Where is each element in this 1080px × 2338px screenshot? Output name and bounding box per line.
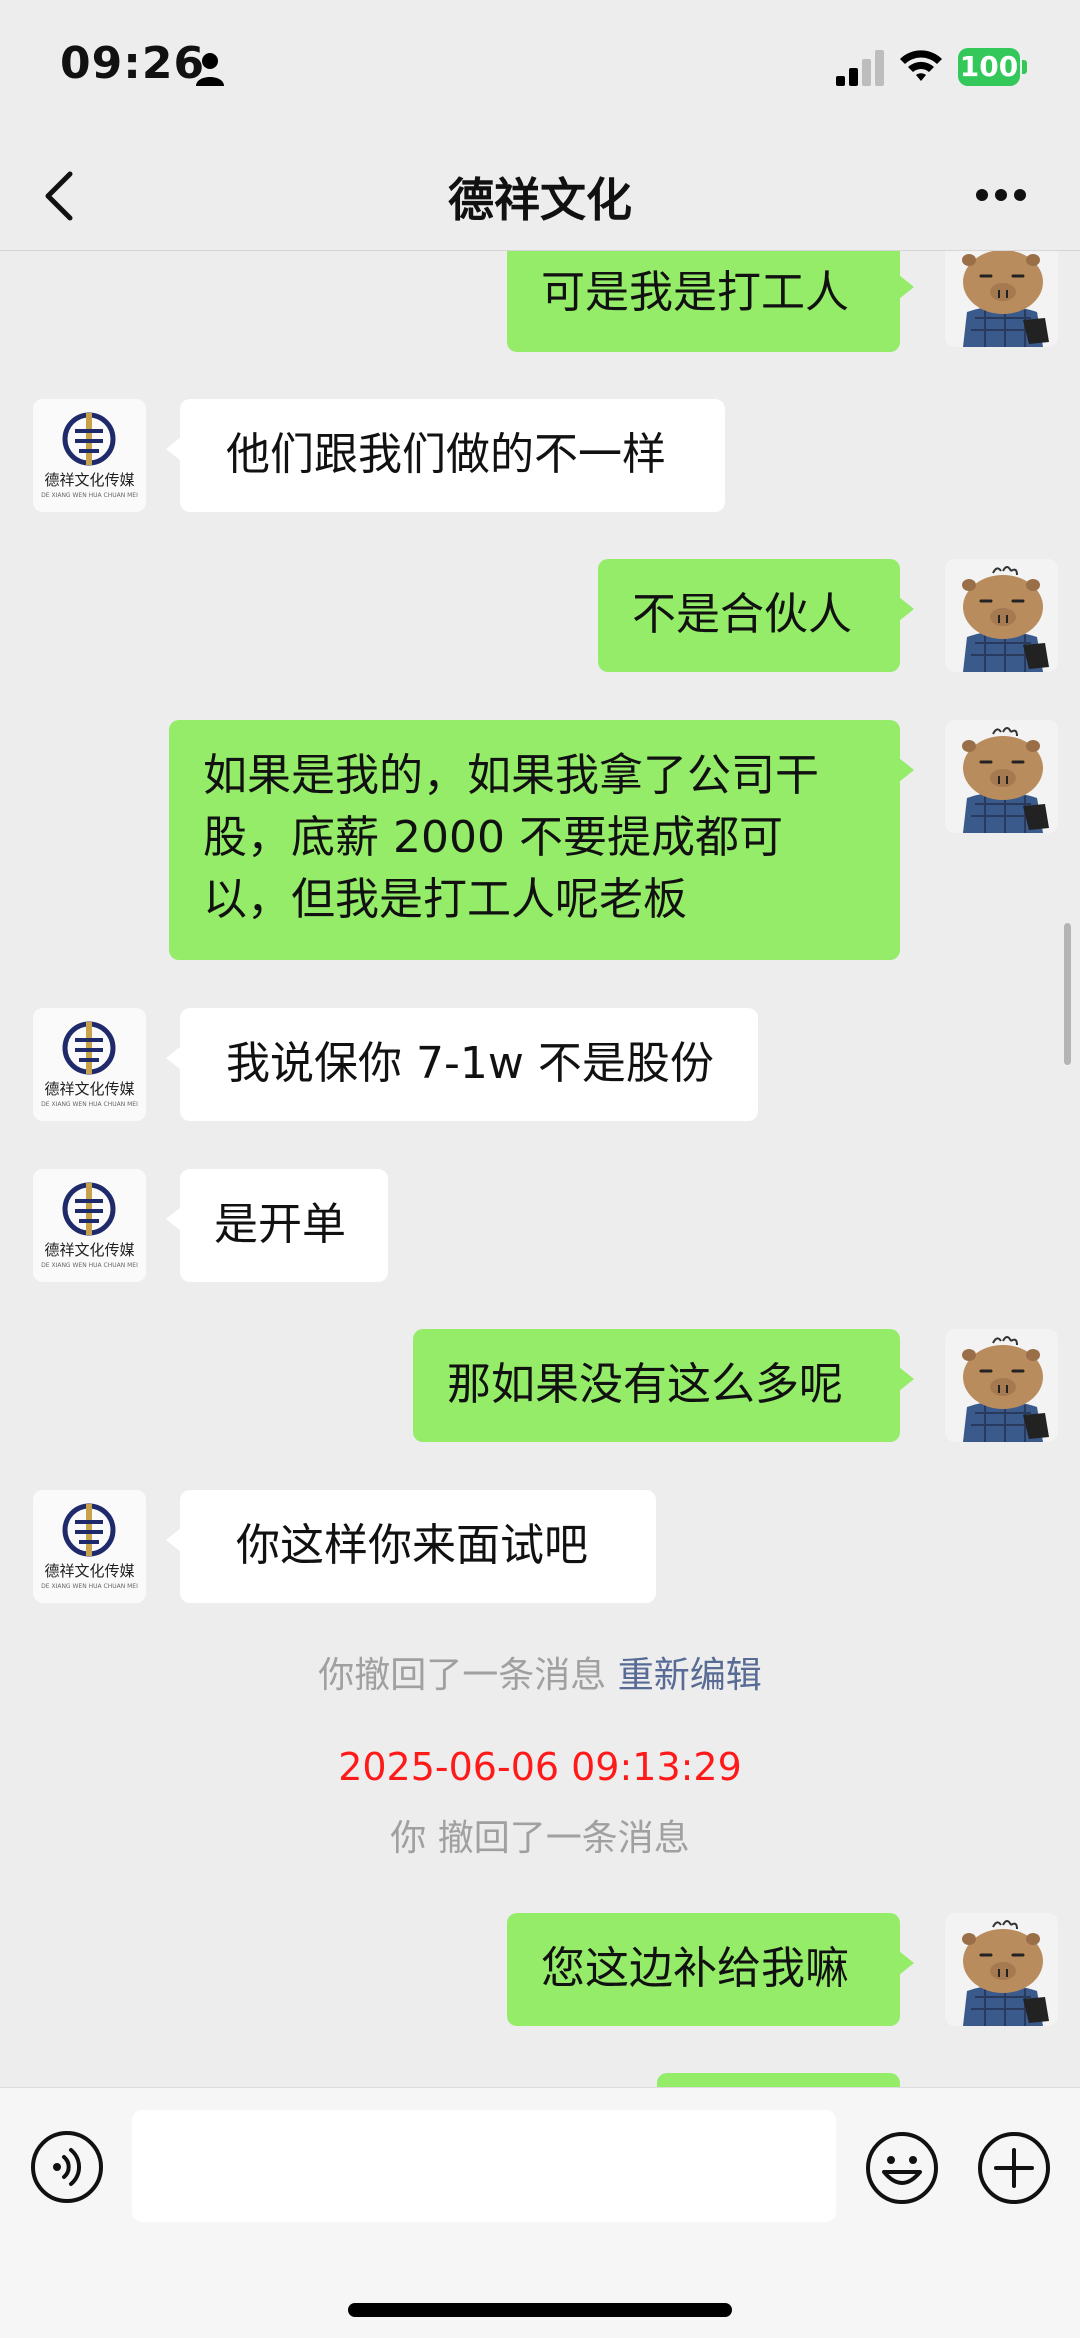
- user-avatar[interactable]: [945, 720, 1058, 833]
- message-bubble[interactable]: 他们跟我们做的不一样: [166, 399, 725, 512]
- scrollbar[interactable]: [1064, 923, 1071, 1065]
- company-avatar-label: 德祥文化传媒: [44, 1241, 135, 1259]
- message-bubble[interactable]: 不是合伙人: [598, 559, 914, 672]
- plus-icon[interactable]: [976, 2130, 1052, 2206]
- company-avatar-label: 德祥文化传媒: [44, 1562, 135, 1580]
- company-avatar-sub: DE XIANG WEN HUA CHUAN MEI: [41, 492, 138, 499]
- user-avatar[interactable]: [945, 251, 1058, 347]
- recall-text: 你撤回了一条消息: [318, 1655, 607, 1696]
- message-bubble-partial[interactable]: [657, 2073, 900, 2087]
- user-avatar[interactable]: [945, 1913, 1058, 2026]
- message-bubble[interactable]: 是开单: [166, 1169, 388, 1282]
- message-bubble[interactable]: 我说保你 7-1w 不是股份: [166, 1008, 758, 1121]
- company-avatar-label: 德祥文化传媒: [44, 1080, 135, 1098]
- battery-level: 100: [958, 48, 1020, 86]
- battery-icon: 100: [958, 48, 1028, 86]
- more-options-icon[interactable]: [974, 186, 1028, 204]
- person-icon: [196, 53, 224, 86]
- message-bubble[interactable]: 那如果没有这么多呢: [413, 1329, 914, 1442]
- reedit-link[interactable]: 重新编辑: [618, 1655, 762, 1696]
- user-avatar[interactable]: [945, 559, 1058, 672]
- company-avatar-label: 德祥文化传媒: [44, 471, 135, 489]
- message-list[interactable]: 可是我是打工人 德祥文化传媒 DE XIANG WEN HUA CHUAN MEI…: [0, 251, 1080, 2087]
- capybara-avatar-icon: [945, 720, 1058, 833]
- company-avatar[interactable]: 德祥文化传媒 DE XIANG WEN HUA CHUAN MEI: [33, 1490, 146, 1603]
- input-bar: [0, 2087, 1080, 2338]
- capybara-avatar-icon: [945, 559, 1058, 672]
- timestamp: 2025-06-06 09:13:29: [338, 1745, 742, 1789]
- capybara-avatar-icon: [945, 251, 1058, 347]
- company-avatar-sub: DE XIANG WEN HUA CHUAN MEI: [41, 1583, 138, 1590]
- message-input[interactable]: [132, 2110, 836, 2222]
- capybara-avatar-icon: [945, 1329, 1058, 1442]
- company-avatar[interactable]: 德祥文化传媒 DE XIANG WEN HUA CHUAN MEI: [33, 1008, 146, 1121]
- chat-header: 德祥文化: [0, 140, 1080, 251]
- company-avatar-sub: DE XIANG WEN HUA CHUAN MEI: [41, 1101, 138, 1108]
- user-avatar[interactable]: [945, 1329, 1058, 1442]
- capybara-avatar-icon: [945, 1913, 1058, 2026]
- voice-icon[interactable]: [30, 2130, 104, 2204]
- message-bubble[interactable]: 如果是我的，如果我拿了公司干股，底薪 2000 不要提成都可以，但我是打工人呢老…: [169, 720, 914, 960]
- message-bubble[interactable]: 你这样你来面试吧: [166, 1490, 656, 1603]
- recall-notice-2: 你 撤回了一条消息: [390, 1818, 690, 1859]
- message-bubble[interactable]: 可是我是打工人: [507, 251, 914, 352]
- message-bubble[interactable]: 您这边补给我嘛: [507, 1913, 914, 2026]
- company-avatar-sub: DE XIANG WEN HUA CHUAN MEI: [41, 1262, 138, 1269]
- home-indicator: [348, 2303, 732, 2317]
- status-bar: 09:26 100: [0, 0, 1080, 140]
- company-avatar[interactable]: 德祥文化传媒 DE XIANG WEN HUA CHUAN MEI: [33, 399, 146, 512]
- wifi-icon: [900, 50, 942, 81]
- company-avatar[interactable]: 德祥文化传媒 DE XIANG WEN HUA CHUAN MEI: [33, 1169, 146, 1282]
- cellular-signal-icon: [836, 50, 884, 86]
- emoji-icon[interactable]: [864, 2130, 940, 2206]
- status-time: 09:26: [60, 38, 206, 89]
- recall-notice: 你撤回了一条消息 重新编辑: [0, 1646, 1080, 1698]
- chat-title: 德祥文化: [448, 173, 632, 227]
